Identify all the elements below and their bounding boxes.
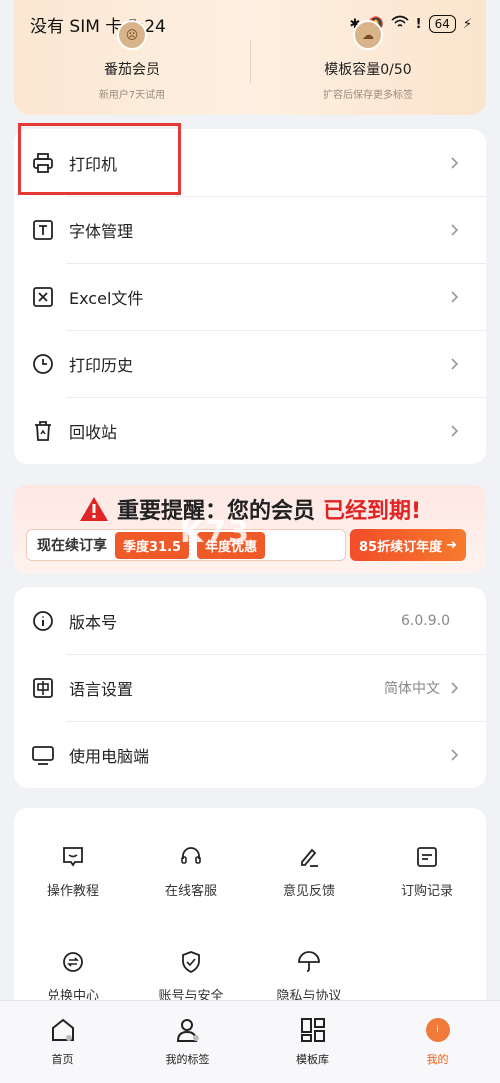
- capacity-subtitle: 扩容后保存更多标签: [323, 90, 413, 101]
- label-icon: [173, 1015, 203, 1045]
- grid-item-support[interactable]: 在线客服: [132, 844, 250, 899]
- chevron-right-icon: [451, 681, 459, 694]
- vip-entry[interactable]: ☹ 番茄会员 新用户7天试用: [14, 20, 250, 101]
- menu-item-language[interactable]: 语言设置 简体中文: [14, 654, 486, 721]
- capacity-title: 模板容量0/50: [324, 62, 412, 78]
- menu-item-fonts[interactable]: 字体管理: [14, 196, 486, 263]
- mine-icon: i: [423, 1015, 453, 1045]
- chevron-right-icon: [451, 156, 459, 169]
- menu-item-excel[interactable]: Excel文件: [14, 263, 486, 330]
- grid-item-account-security[interactable]: 账号与安全: [132, 949, 250, 1004]
- watermark-logo: K73: [180, 515, 251, 550]
- menu-item-recycle-bin[interactable]: 回收站: [14, 397, 486, 464]
- menu-item-desktop[interactable]: 使用电脑端: [14, 721, 486, 788]
- offer-quarterly[interactable]: 季度31.5: [115, 531, 190, 559]
- exchange-icon: [60, 949, 86, 975]
- capacity-avatar-icon: ☁: [353, 20, 383, 50]
- version-value: 6.0.9.0: [401, 612, 450, 629]
- language-icon: [32, 677, 54, 699]
- chevron-right-icon: [451, 357, 459, 370]
- trash-icon: [32, 420, 54, 442]
- order-icon: [414, 844, 440, 870]
- menu-label: 使用电脑端: [69, 746, 150, 766]
- menu-item-print-history[interactable]: 打印历史: [14, 330, 486, 397]
- headset-icon: [178, 844, 204, 870]
- renew-yearly-button[interactable]: 85折续订年度 ➜: [350, 529, 466, 561]
- highlight-box: [18, 123, 181, 195]
- vip-subtitle: 新用户7天试用: [98, 90, 166, 101]
- clock-icon: [32, 353, 54, 375]
- menu-label: 版本号: [69, 612, 118, 632]
- banner-headline-alert: 已经到期!: [322, 499, 422, 524]
- chevron-right-icon: [451, 290, 459, 303]
- monitor-icon: [32, 744, 54, 766]
- menu-label: 打印历史: [69, 355, 134, 375]
- menu-item-version: 版本号 6.0.9.0: [14, 587, 486, 654]
- arrow-right-icon: ➜: [446, 537, 457, 553]
- renew-label: 现在续订享: [37, 538, 107, 554]
- menu-label: 回收站: [69, 422, 118, 442]
- capacity-entry[interactable]: ☁ 模板容量0/50 扩容后保存更多标签: [250, 20, 486, 101]
- umbrella-icon: [296, 949, 322, 975]
- grid-item-tutorial[interactable]: 操作教程: [14, 844, 132, 899]
- tab-home[interactable]: 首页: [0, 1001, 125, 1083]
- chevron-right-icon: [451, 748, 459, 761]
- font-icon: [32, 219, 54, 241]
- language-value: 简体中文: [384, 680, 440, 697]
- chevron-right-icon: [451, 424, 459, 437]
- settings-menu-secondary: 版本号 6.0.9.0 语言设置 简体中文 使用电脑端: [14, 587, 486, 788]
- chevron-right-icon: [451, 223, 459, 236]
- tutorial-icon: [60, 844, 86, 870]
- grid-item-orders[interactable]: 订购记录: [368, 844, 486, 899]
- tab-my-labels[interactable]: 我的标签: [125, 1001, 250, 1083]
- warning-icon: [79, 497, 108, 521]
- template-icon: [298, 1015, 328, 1045]
- info-icon: [32, 610, 54, 632]
- menu-label: Excel文件: [69, 288, 144, 308]
- grid-item-exchange[interactable]: 兑换中心: [14, 949, 132, 1004]
- bottom-tab-bar: 首页 我的标签 模板库 i 我的: [0, 1000, 500, 1083]
- grid-item-privacy[interactable]: 隐私与协议: [250, 949, 368, 1004]
- menu-label: 字体管理: [69, 221, 134, 241]
- grid-item-feedback[interactable]: 意见反馈: [250, 844, 368, 899]
- home-icon: [48, 1015, 78, 1045]
- vip-title: 番茄会员: [104, 62, 160, 78]
- edit-icon: [296, 844, 322, 870]
- excel-icon: [32, 286, 54, 308]
- menu-label: 语言设置: [69, 679, 134, 699]
- vip-avatar-icon: ☹: [117, 20, 147, 50]
- tab-template-library[interactable]: 模板库: [250, 1001, 375, 1083]
- tab-mine[interactable]: i 我的: [375, 1001, 500, 1083]
- shield-icon: [178, 949, 204, 975]
